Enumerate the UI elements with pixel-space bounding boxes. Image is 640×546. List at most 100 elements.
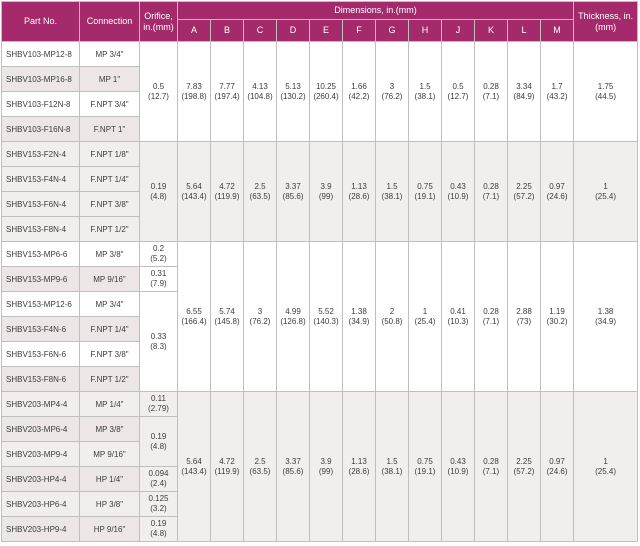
- dim-m-cell: 1.19 (30.2): [539, 241, 575, 392]
- orifice-cell: 0.094 (2.4): [139, 466, 178, 492]
- connection-cell: MP 3/4": [79, 41, 140, 67]
- orifice-cell: 0.5 (12.7): [139, 41, 178, 142]
- orifice-cell-mm: (8.3): [150, 341, 167, 351]
- dim-h-cell-in: 1: [422, 306, 428, 316]
- dim-f-cell: 1.13 (28.6): [342, 141, 376, 242]
- orifice-cell-mm: (4.8): [150, 441, 167, 451]
- dim-d-cell: 4.99 (126.8): [276, 241, 310, 392]
- dim-f-cell-mm: (34.9): [348, 316, 370, 326]
- dim-d-cell-mm: (85.6): [282, 191, 304, 201]
- orifice-cell-in: 0.5: [152, 81, 165, 91]
- connection-cell: MP 9/16": [79, 441, 140, 467]
- dim-g-cell: 2 (50.8): [375, 241, 409, 392]
- table-row: SHBV203-MP4-4 MP 1/4" 0.11 (2.79) 5.64 (143.4…: [1, 391, 639, 542]
- dim-a-cell: 7.83 (198.8): [177, 41, 211, 142]
- header-dimensions: Dimensions, in.(mm): [176, 1, 575, 20]
- dim-g-cell-mm: (50.8): [381, 316, 403, 326]
- dim-b-cell-in: 4.72: [219, 181, 235, 191]
- connection-cell: F.NPT 3/8": [79, 341, 140, 367]
- orifice-cell-mm: (4.8): [150, 191, 167, 201]
- dim-l-cell: 3.34 (84.9): [507, 41, 541, 142]
- dim-l-cell: 2.25 (57.2): [507, 141, 541, 242]
- thickness-cell: 1 (25.4): [573, 391, 639, 542]
- header-dim-m: M: [539, 19, 575, 42]
- dim-e-cell-in: 3.9: [320, 456, 332, 466]
- dim-k-cell-in: 0.28: [483, 181, 499, 191]
- dim-f-cell: 1.38 (34.9): [342, 241, 376, 392]
- dim-b-cell-mm: (145.8): [214, 316, 240, 326]
- dim-k-cell-in: 0.28: [483, 306, 499, 316]
- dim-a-cell-in: 5.64: [186, 181, 202, 191]
- dim-d-cell-mm: (85.6): [282, 466, 304, 476]
- part-number-cell: SHBV203-MP6-4: [1, 416, 80, 442]
- part-number-cell: SHBV103-F12N-8: [1, 91, 80, 117]
- thickness-cell-mm: (34.9): [595, 316, 617, 326]
- part-number-cell: SHBV153-MP12-6: [1, 291, 80, 317]
- thickness-cell-mm: (25.4): [595, 191, 617, 201]
- dim-g-cell-in: 2: [389, 306, 395, 316]
- table-row: SHBV153-MP6-6 MP 3/8" 0.2 (5.2) 6.55 (166.4) 5…: [1, 241, 639, 392]
- dim-h-cell-in: 0.75: [417, 181, 433, 191]
- dim-m-cell-in: 1.7: [551, 81, 563, 91]
- dim-g-cell-in: 1.5: [386, 181, 398, 191]
- header-dim-k: K: [474, 19, 508, 42]
- orifice-cell: 0.19 (4.8): [139, 416, 178, 467]
- thickness-cell: 1.38 (34.9): [573, 241, 639, 392]
- dim-c-cell: 3 (76.2): [243, 241, 277, 392]
- dim-f-cell-mm: (28.6): [348, 466, 370, 476]
- dim-c-cell-mm: (76.2): [249, 316, 271, 326]
- dim-f-cell: 1.13 (28.6): [342, 391, 376, 542]
- orifice-cell: 0.19 (4.8): [139, 141, 178, 242]
- orifice-cell: 0.125 (3.2): [139, 491, 178, 517]
- header-dim-e: E: [309, 19, 343, 42]
- connection-cell: F.NPT 1/4": [79, 316, 140, 342]
- dim-g-cell-mm: (38.1): [381, 191, 403, 201]
- orifice-cell-in: 0.2: [152, 244, 165, 253]
- thickness-cell-mm: (44.5): [595, 91, 617, 101]
- dim-h-cell-in: 1.5: [419, 81, 431, 91]
- dim-g-cell: 3 (76.2): [375, 41, 409, 142]
- dim-a-cell-mm: (143.4): [181, 466, 207, 476]
- dim-f-cell-in: 1.13: [351, 456, 367, 466]
- connection-cell: MP 1/4": [79, 391, 140, 417]
- dim-l-cell-in: 3.34: [516, 81, 532, 91]
- orifice-cell-in: 0.125: [148, 494, 169, 503]
- dim-d-cell-mm: (130.2): [280, 91, 306, 101]
- dim-b-cell: 4.72 (119.9): [210, 391, 244, 542]
- dim-j-cell-in: 0.43: [450, 456, 466, 466]
- header-dim-h: H: [408, 19, 442, 42]
- dim-g-cell: 1.5 (38.1): [375, 141, 409, 242]
- orifice-cell-in: 0.11: [151, 394, 166, 403]
- dim-l-cell-in: 2.25: [516, 181, 532, 191]
- dim-h-cell-mm: (38.1): [414, 91, 436, 101]
- dim-b-cell: 4.72 (119.9): [210, 141, 244, 242]
- header-thickness: Thickness, in.(mm): [573, 1, 639, 42]
- dim-b-cell: 5.74 (145.8): [210, 241, 244, 392]
- dim-l-cell-in: 2.25: [516, 456, 532, 466]
- connection-cell: HP 3/8": [79, 491, 140, 517]
- dim-f-cell-mm: (42.2): [348, 91, 370, 101]
- dim-j-cell: 0.41 (10.3): [441, 241, 475, 392]
- dim-f-cell-mm: (28.6): [348, 191, 370, 201]
- orifice-cell: 0.33 (8.3): [139, 291, 178, 392]
- orifice-cell-in: 0.33: [150, 331, 167, 341]
- dim-l-cell: 2.25 (57.2): [507, 391, 541, 542]
- orifice-cell-mm: (5.2): [150, 254, 167, 263]
- dim-h-cell: 1.5 (38.1): [408, 41, 442, 142]
- dim-f-cell-in: 1.13: [351, 181, 367, 191]
- dim-m-cell-in: 1.19: [549, 306, 565, 316]
- dim-k-cell: 0.28 (7.1): [474, 241, 508, 392]
- dim-h-cell-mm: (19.1): [414, 191, 436, 201]
- dim-h-cell-in: 0.75: [417, 456, 433, 466]
- dim-l-cell-mm: (57.2): [513, 466, 535, 476]
- dim-b-cell-mm: (197.4): [214, 91, 240, 101]
- part-number-cell: SHBV203-MP4-4: [1, 391, 80, 417]
- dim-a-cell-mm: (143.4): [181, 191, 207, 201]
- part-number-cell: SHBV153-F2N-4: [1, 141, 80, 167]
- part-number-cell: SHBV103-MP16-8: [1, 66, 80, 92]
- dim-m-cell: 0.97 (24.6): [539, 391, 575, 542]
- connection-cell: MP 3/8": [79, 416, 140, 442]
- dim-h-cell-mm: (19.1): [414, 466, 436, 476]
- thickness-cell: 1 (25.4): [573, 141, 639, 242]
- part-number-cell: SHBV203-MP9-4: [1, 441, 80, 467]
